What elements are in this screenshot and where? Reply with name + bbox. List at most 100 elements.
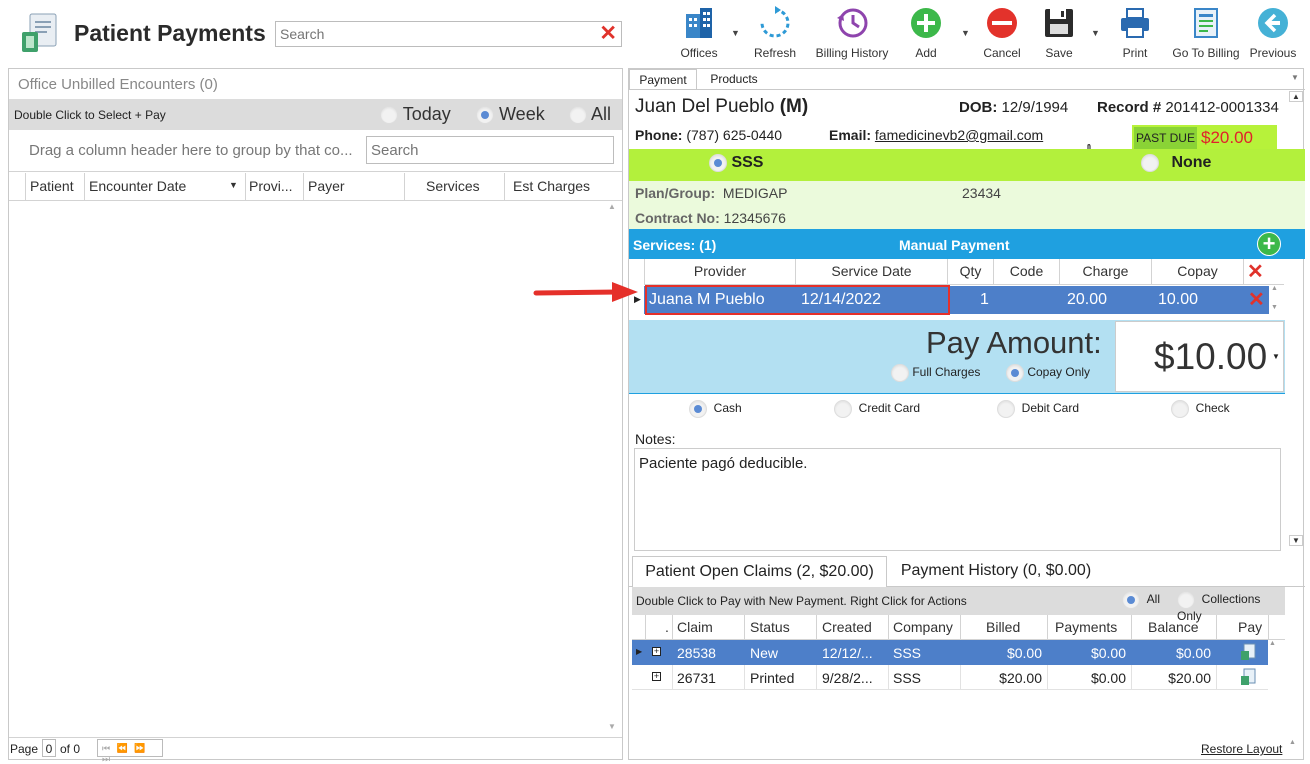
pager: Page 0 of 0 ⏮ ⏪ ⏩ ⏭ (9, 737, 622, 764)
header-search[interactable]: ✕ (275, 21, 622, 47)
scroll-up-icon[interactable]: ▲ (1269, 640, 1283, 647)
amount-dropdown-icon[interactable]: ▼ (1272, 352, 1280, 361)
notes-textarea[interactable]: Paciente pagó deducible. (634, 448, 1281, 551)
radio-none[interactable] (1141, 154, 1159, 172)
pay-amount-label: Pay Amount: (926, 325, 1102, 360)
radio-credit-card[interactable] (834, 400, 852, 418)
filter-all[interactable]: All (569, 104, 611, 125)
sort-down-icon[interactable]: ▼ (229, 180, 238, 190)
col-provider[interactable]: Provi... (249, 178, 293, 194)
services-scrollbar[interactable]: ▲ ▼ (1271, 285, 1285, 319)
tabs-dropdown-icon[interactable]: ▼ (1291, 73, 1299, 82)
scroll-up-icon[interactable]: ▲ (608, 202, 616, 211)
patient-name: Juan Del Pueblo (M) (635, 96, 808, 118)
save-button[interactable]: Save (1024, 4, 1094, 60)
offices-button[interactable]: Offices (664, 4, 734, 60)
copay-only-option[interactable]: Copay Only (1006, 364, 1090, 382)
method-credit-card[interactable]: Credit Card (834, 400, 920, 418)
radio-cash[interactable] (689, 400, 707, 418)
radio-all[interactable] (569, 106, 587, 125)
radio-sss[interactable] (709, 154, 727, 172)
tab-payment[interactable]: Payment (629, 69, 697, 89)
radio-copay-only[interactable] (1006, 364, 1024, 382)
panel-title: Office Unbilled Encounters (0) (18, 76, 218, 93)
tab-payment-history[interactable]: Payment History (0, $0.00) (891, 556, 1101, 587)
add-service-icon[interactable]: + (1257, 232, 1281, 256)
services-title: Services: (1) (633, 237, 717, 253)
filter-today[interactable]: Today (380, 104, 451, 125)
insurance-option-none[interactable]: None (1141, 154, 1211, 172)
encounters-search-input[interactable] (366, 136, 614, 164)
patient-name-text: Juan Del Pueblo (635, 96, 775, 117)
refresh-button[interactable]: Refresh (740, 4, 810, 60)
scroll-up-icon[interactable]: ▲ (1271, 285, 1285, 292)
bottom-scroll-icon[interactable]: ▲ (1289, 739, 1296, 746)
insurance-option-sss[interactable]: SSS (709, 154, 763, 172)
patient-dob: DOB: 12/9/1994 (959, 99, 1069, 116)
scroll-up-icon[interactable]: ▲ (1289, 91, 1303, 102)
go-to-billing-button[interactable]: Go To Billing (1168, 4, 1244, 60)
services-header: Services: (1) Manual Payment + (629, 229, 1305, 259)
pay-claim-icon[interactable] (1240, 643, 1256, 661)
insurance-details: Plan/Group: MEDIGAP 23434 Contract No: 1… (629, 181, 1305, 229)
refresh-icon (760, 6, 790, 38)
services-mode: Manual Payment (899, 237, 1010, 253)
col-encounter-date[interactable]: Encounter Date (89, 178, 186, 194)
billing-history-button[interactable]: Billing History (812, 4, 892, 60)
pager-input[interactable]: 0 (42, 739, 56, 757)
radio-week[interactable] (476, 106, 494, 125)
print-button[interactable]: Print (1100, 4, 1170, 60)
remove-service-icon[interactable]: ✕ (1248, 287, 1265, 312)
patient-email: Email: famedicinevb2@gmail.com (829, 127, 1044, 143)
filter-week[interactable]: Week (476, 104, 545, 125)
add-button[interactable]: Add (891, 4, 961, 60)
tab-open-claims[interactable]: Patient Open Claims (2, $20.00) (632, 556, 887, 587)
pay-claim-icon[interactable] (1240, 668, 1256, 686)
claims-filter-all[interactable]: All (1122, 591, 1160, 609)
method-cash[interactable]: Cash (689, 400, 742, 418)
claim-row-2[interactable]: + 26731 Printed 9/28/2... SSS $20.00 $0.… (632, 665, 1268, 690)
email-link[interactable]: famedicinevb2@gmail.com (875, 127, 1043, 143)
tab-products[interactable]: Products (699, 69, 769, 89)
pay-amount-field[interactable]: $10.00 ▼ (1115, 321, 1284, 392)
clear-search-icon[interactable]: ✕ (599, 21, 617, 46)
scroll-down-icon[interactable]: ▼ (1289, 535, 1303, 546)
claim-row-1[interactable]: ▶ + 28538 New 12/12/... SSS $0.00 $0.00 … (632, 640, 1268, 665)
scroll-down-icon[interactable]: ▼ (1271, 304, 1285, 311)
claims-scrollbar[interactable]: ▲ (1269, 640, 1283, 750)
radio-today[interactable] (380, 106, 398, 125)
method-debit-card[interactable]: Debit Card (997, 400, 1079, 418)
save-dropdown-icon[interactable]: ▼ (1091, 28, 1100, 38)
remove-all-services-icon[interactable]: ✕ (1247, 259, 1264, 284)
expand-icon[interactable]: + (652, 672, 661, 681)
restore-layout-link[interactable]: Restore Layout (1201, 742, 1282, 756)
radio-collections-only[interactable] (1177, 591, 1195, 609)
patient-sex: (M) (779, 96, 809, 117)
col-est-charges[interactable]: Est Charges (513, 178, 590, 194)
col-services[interactable]: Services (426, 178, 480, 194)
previous-button[interactable]: Previous (1238, 4, 1308, 60)
col-payer[interactable]: Payer (308, 178, 345, 194)
scroll-down-icon[interactable]: ▼ (608, 722, 616, 731)
services-grid-header: Provider Service Date Qty Code Charge Co… (644, 259, 1284, 285)
pager-nav-buttons[interactable]: ⏮ ⏪ ⏩ ⏭ (97, 739, 163, 764)
method-check[interactable]: Check (1171, 400, 1230, 418)
radio-debit-card[interactable] (997, 400, 1015, 418)
patient-phone: Phone: (787) 625-0440 (635, 127, 783, 143)
full-charges-option[interactable]: Full Charges (891, 364, 980, 382)
billing-history-label: Billing History (815, 46, 889, 60)
pay-amount-area: Pay Amount: Full Charges Copay Only $10.… (629, 320, 1285, 393)
hint-text: Double Click to Select + Pay (14, 108, 166, 122)
group-hint: Drag a column header here to group by th… (29, 142, 353, 159)
print-label: Print (1122, 46, 1148, 60)
radio-full-charges[interactable] (891, 364, 909, 382)
cancel-icon (987, 8, 1017, 38)
col-patient[interactable]: Patient (30, 178, 74, 194)
radio-check[interactable] (1171, 400, 1189, 418)
expand-icon[interactable]: + (652, 647, 661, 656)
offices-dropdown-icon[interactable]: ▼ (731, 28, 740, 38)
header-search-input[interactable] (280, 23, 580, 45)
past-due-badge: PAST DUE $20.00 (1132, 125, 1277, 151)
payment-form-scrollbar[interactable]: ▲ ▼ (1289, 91, 1303, 551)
radio-claims-all[interactable] (1122, 591, 1140, 609)
